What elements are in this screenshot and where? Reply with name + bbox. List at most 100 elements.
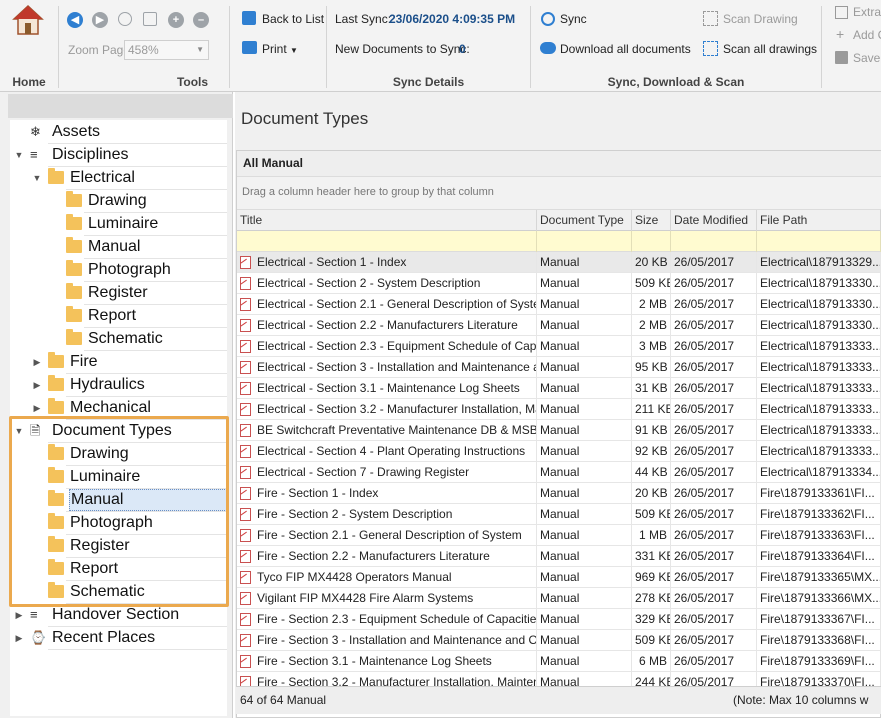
column-header-title[interactable]: Title: [237, 210, 537, 232]
table-cell: Fire\1879133365\MX...: [757, 567, 881, 588]
table-cell: 509 KB: [632, 504, 671, 525]
add-button[interactable]: Add C: [853, 28, 881, 42]
table-row[interactable]: Fire - Section 3 - Installation and Main…: [237, 630, 881, 651]
collapse-icon[interactable]: ▼: [14, 144, 24, 166]
cell-text: 509 KB: [635, 276, 671, 290]
expand-icon[interactable]: ▶: [14, 627, 24, 649]
fullscreen-icon[interactable]: [143, 12, 157, 26]
expand-icon[interactable]: ▶: [32, 397, 42, 419]
tree-item-assets[interactable]: ❄ Assets: [10, 121, 227, 144]
sync-button[interactable]: Sync: [560, 12, 587, 26]
table-cell: Fire\1879133362\FI...: [757, 504, 881, 525]
back-to-list-button[interactable]: Back to List: [262, 12, 324, 26]
table-row[interactable]: Electrical - Section 3.1 - Maintenance L…: [237, 378, 881, 399]
table-row[interactable]: Fire - Section 2.3 - Equipment Schedule …: [237, 609, 881, 630]
cell-text: Fire\1879133367\FI...: [760, 612, 875, 626]
tree-item-label: Disciplines: [52, 146, 129, 163]
tree-item-electrical-schematic[interactable]: Schematic: [10, 328, 227, 351]
expand-icon[interactable]: ▶: [14, 604, 24, 626]
download-all-button[interactable]: Download all documents: [560, 42, 691, 56]
zoom-in-icon[interactable]: +: [168, 12, 184, 28]
tree-item-electrical-report[interactable]: Report: [10, 305, 227, 328]
column-header-date-modified[interactable]: Date Modified: [671, 210, 757, 232]
save-button[interactable]: Save: [853, 51, 880, 65]
table-row[interactable]: Electrical - Section 7 - Drawing Registe…: [237, 462, 881, 483]
tree-item-fire[interactable]: ▶ Fire: [10, 351, 227, 374]
tree-item-doctype-photograph[interactable]: Photograph: [10, 512, 227, 535]
table-row[interactable]: BE Switchcraft Preventative Maintenance …: [237, 420, 881, 441]
extract-button[interactable]: Extra: [853, 5, 881, 19]
table-row[interactable]: Fire - Section 3.1 - Maintenance Log She…: [237, 651, 881, 672]
column-header-size[interactable]: Size: [632, 210, 671, 232]
expand-icon[interactable]: ▶: [32, 351, 42, 373]
table-row[interactable]: Fire - Section 2 - System Description Man…: [237, 504, 881, 525]
tree-item-electrical-luminaire[interactable]: Luminaire: [10, 213, 227, 236]
scan-drawing-button[interactable]: Scan Drawing: [723, 12, 798, 26]
table-cell: Vigilant FIP MX4428 Fire Alarm Systems: [237, 588, 537, 609]
table-row[interactable]: Electrical - Section 2.2 - Manufacturers…: [237, 315, 881, 336]
tree-item-doctype-register[interactable]: Register: [10, 535, 227, 558]
table-row[interactable]: Vigilant FIP MX4428 Fire Alarm Systems Ma…: [237, 588, 881, 609]
tree-item-recent-places[interactable]: ▶ ⌚ Recent Places: [10, 627, 227, 650]
tree-item-document-types[interactable]: ▼ 🗎 Document Types: [10, 420, 227, 443]
table-row[interactable]: Fire - Section 1 - Index Manual 20 KB 26/05…: [237, 483, 881, 504]
table-row[interactable]: Electrical - Section 2 - System Descript…: [237, 273, 881, 294]
filter-cell[interactable]: [632, 231, 671, 252]
tree-item-electrical-drawing[interactable]: Drawing: [10, 190, 227, 213]
tree-item-doctype-manual[interactable]: Manual: [10, 489, 227, 512]
home-icon[interactable]: [12, 4, 44, 36]
tree-item-handover-section[interactable]: ▶ ≡ Handover Section: [10, 604, 227, 627]
tree-item-electrical[interactable]: ▼ Electrical: [10, 167, 227, 190]
tree-item-electrical-register[interactable]: Register: [10, 282, 227, 305]
cell-text: Fire - Section 1 - Index: [257, 486, 379, 500]
table-row[interactable]: Tyco FIP MX4428 Operators Manual Manual 96…: [237, 567, 881, 588]
table-row[interactable]: Electrical - Section 1 - Index Manual 20 K…: [237, 252, 881, 273]
table-row[interactable]: Electrical - Section 2.1 - General Descr…: [237, 294, 881, 315]
filter-cell[interactable]: [237, 231, 537, 252]
table-cell: Manual: [537, 252, 632, 273]
filter-cell[interactable]: [757, 231, 881, 252]
previous-page-icon[interactable]: ◀: [67, 12, 83, 28]
table-cell: Electrical - Section 3 - Installation an…: [237, 357, 537, 378]
column-header-document-type[interactable]: Document Type: [537, 210, 632, 232]
scan-all-drawings-button[interactable]: Scan all drawings: [723, 42, 817, 56]
collapse-icon[interactable]: ▼: [32, 167, 42, 189]
tree-item-doctype-report[interactable]: Report: [10, 558, 227, 581]
group-by-panel[interactable]: Drag a column header here to group by th…: [237, 177, 881, 209]
tree-item-hydraulics[interactable]: ▶ Hydraulics: [10, 374, 227, 397]
table-cell: 26/05/2017: [671, 252, 757, 273]
table-cell: 26/05/2017: [671, 462, 757, 483]
tree-item-label: Document Types: [52, 422, 172, 439]
table-row[interactable]: Electrical - Section 3 - Installation an…: [237, 357, 881, 378]
tree-item-electrical-photograph[interactable]: Photograph: [10, 259, 227, 282]
cell-text: 26/05/2017: [674, 654, 735, 668]
tree-item-doctype-luminaire[interactable]: Luminaire: [10, 466, 227, 489]
filter-row[interactable]: [237, 231, 881, 252]
table-row[interactable]: Fire - Section 2.2 - Manufacturers Liter…: [237, 546, 881, 567]
zoom-fit-icon[interactable]: [118, 12, 132, 26]
filter-cell[interactable]: [671, 231, 757, 252]
tree-item-label: Electrical: [70, 169, 135, 186]
cell-text: Electrical\187913333...: [760, 444, 881, 458]
zoom-out-icon[interactable]: –: [193, 12, 209, 28]
zoom-page-select[interactable]: 458% ▼: [124, 40, 209, 60]
tree-item-disciplines[interactable]: ▼ ≡ Disciplines: [10, 144, 227, 167]
filter-cell[interactable]: [537, 231, 632, 252]
cell-text: 26/05/2017: [674, 276, 735, 290]
expand-icon[interactable]: ▶: [32, 374, 42, 396]
print-button[interactable]: Print ▼: [262, 42, 298, 56]
tree-item-electrical-manual[interactable]: Manual: [10, 236, 227, 259]
table-row[interactable]: Electrical - Section 4 - Plant Operating…: [237, 441, 881, 462]
table-row[interactable]: Electrical - Section 3.2 - Manufacturer …: [237, 399, 881, 420]
collapse-icon[interactable]: ▼: [14, 420, 24, 442]
folder-icon: [48, 467, 64, 483]
table-row[interactable]: Electrical - Section 2.3 - Equipment Sch…: [237, 336, 881, 357]
tree-item-doctype-drawing[interactable]: Drawing: [10, 443, 227, 466]
next-page-icon[interactable]: ▶: [92, 12, 108, 28]
cell-text: 6 MB: [638, 654, 667, 668]
tree-item-doctype-schematic[interactable]: Schematic: [10, 581, 227, 604]
column-header-file-path[interactable]: File Path: [757, 210, 881, 232]
table-cell: 509 KB: [632, 630, 671, 651]
table-row[interactable]: Fire - Section 2.1 - General Description…: [237, 525, 881, 546]
tree-item-mechanical[interactable]: ▶ Mechanical: [10, 397, 227, 420]
